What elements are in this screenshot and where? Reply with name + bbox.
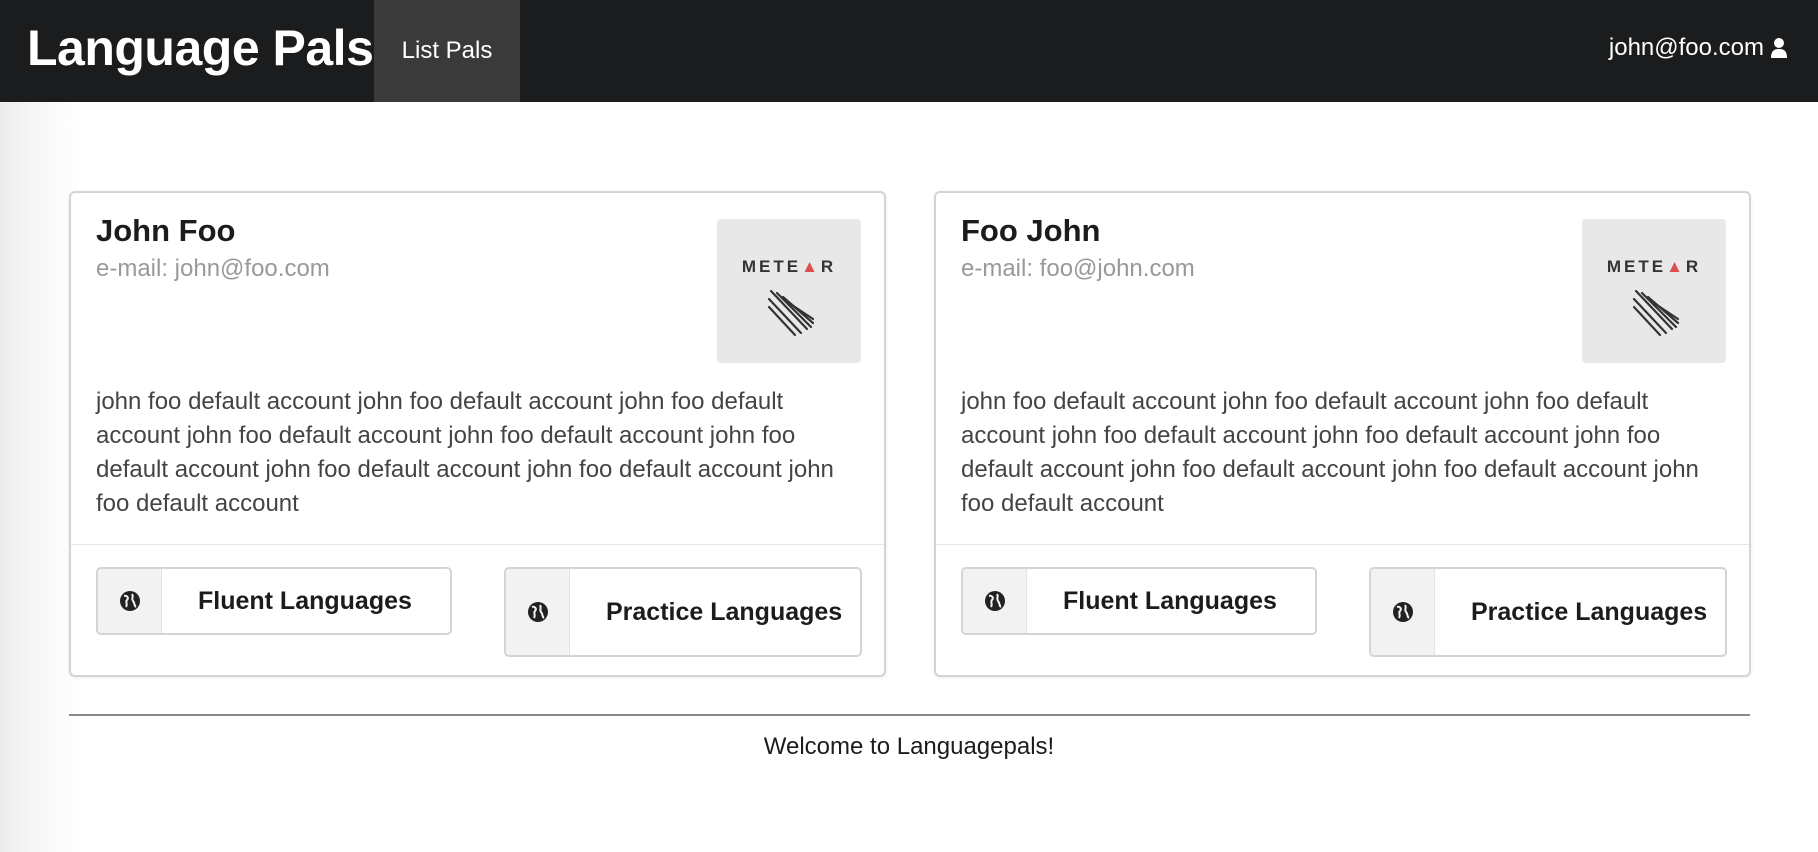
pal-description: john foo default account john foo defaul… <box>96 388 834 517</box>
meteor-logo-icon <box>1632 289 1680 337</box>
card-divider <box>936 544 1749 545</box>
pal-avatar: METE▲R <box>1582 219 1726 363</box>
globe-icon <box>963 569 1027 633</box>
meteor-logo-text: METE▲R <box>1606 257 1702 276</box>
pal-description: john foo default account john foo defaul… <box>961 388 1699 517</box>
practice-languages-button[interactable]: Practice Languages <box>504 567 862 657</box>
globe-icon <box>1371 569 1435 655</box>
globe-icon <box>506 569 570 655</box>
pal-card: John Foo e-mail: john@foo.com METE▲R joh… <box>69 191 886 677</box>
nav-item-list-pals[interactable]: List Pals <box>374 0 520 102</box>
practice-languages-label: Practice Languages <box>1471 598 1708 626</box>
globe-icon <box>98 569 162 633</box>
practice-languages-label: Practice Languages <box>606 598 843 626</box>
meteor-logo-icon <box>767 289 815 337</box>
practice-languages-button[interactable]: Practice Languages <box>1369 567 1727 657</box>
user-icon <box>1771 38 1787 58</box>
meteor-logo-text: METE▲R <box>741 257 837 276</box>
pal-avatar: METE▲R <box>717 219 861 363</box>
user-menu[interactable]: john@foo.com <box>1609 34 1788 62</box>
pal-email: e-mail: john@foo.com <box>96 255 330 282</box>
fluent-languages-button[interactable]: Fluent Languages <box>961 567 1317 635</box>
pal-card: Foo John e-mail: foo@john.com METE▲R joh… <box>934 191 1751 677</box>
fluent-languages-button[interactable]: Fluent Languages <box>96 567 452 635</box>
pal-name: Foo John <box>961 213 1101 248</box>
footer-welcome-text: Welcome to Languagepals! <box>763 733 1055 760</box>
top-navbar: Language Pals List Pals john@foo.com <box>0 0 1818 102</box>
footer-divider <box>69 714 1750 716</box>
pal-name: John Foo <box>96 213 236 248</box>
brand-logo[interactable]: Language Pals <box>27 16 374 80</box>
card-divider <box>71 544 884 545</box>
pal-email: e-mail: foo@john.com <box>961 255 1195 282</box>
user-email: john@foo.com <box>1608 34 1764 61</box>
fluent-languages-label: Fluent Languages <box>198 587 412 615</box>
fluent-languages-label: Fluent Languages <box>1063 587 1277 615</box>
